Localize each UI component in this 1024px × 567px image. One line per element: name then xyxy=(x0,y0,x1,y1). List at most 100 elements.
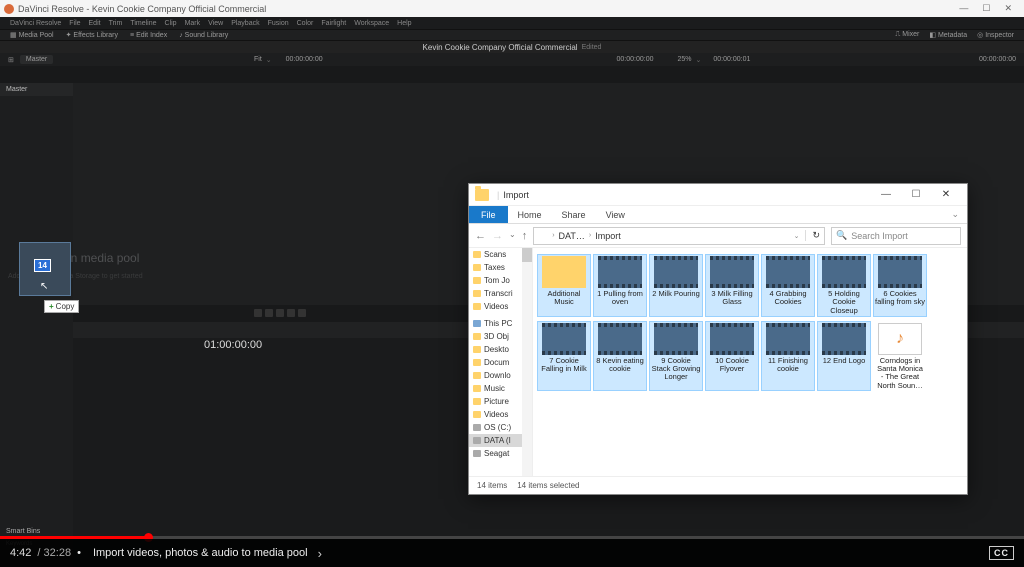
file-item[interactable]: 8 Kevin eating cookie xyxy=(593,321,647,391)
file-item[interactable]: 10 Cookie Flyover xyxy=(705,321,759,391)
explorer-ribbon: File Home Share View ⌄ xyxy=(469,206,967,224)
menu-mark[interactable]: Mark xyxy=(185,20,201,27)
file-label: 2 Milk Pouring xyxy=(652,290,700,298)
file-item[interactable]: ♪Corndogs in Santa Monica - The Great No… xyxy=(873,321,927,391)
file-item[interactable]: Additional Music xyxy=(537,254,591,317)
tool-mediapool[interactable]: ▦ Media Pool xyxy=(10,31,54,39)
folder-icon xyxy=(473,450,481,457)
window-maximize[interactable]: ☐ xyxy=(982,3,990,14)
player-chapter[interactable]: Import videos, photos & audio to media p… xyxy=(93,547,308,559)
chapter-next-icon[interactable]: › xyxy=(318,546,322,561)
nav-forward-icon[interactable]: → xyxy=(492,230,503,242)
file-item[interactable]: 1 Pulling from oven xyxy=(593,254,647,317)
explorer-nav: ← → ⌄ ↑ › DAT… › Import ⌄ ↻ 🔍 Search Imp… xyxy=(469,224,967,248)
menu-fusion[interactable]: Fusion xyxy=(268,20,289,27)
folder-icon xyxy=(473,359,481,366)
folder-icon xyxy=(542,256,586,288)
address-bar[interactable]: › DAT… › Import ⌄ ↻ xyxy=(533,227,825,245)
file-item[interactable]: 9 Cookie Stack Growing Longer xyxy=(649,321,703,391)
cc-button[interactable]: CC xyxy=(989,546,1014,560)
tool-icons[interactable] xyxy=(254,309,306,317)
ribbon-share[interactable]: Share xyxy=(552,206,596,223)
menu-fairlight[interactable]: Fairlight xyxy=(321,20,346,27)
file-label: 7 Cookie Falling in Milk xyxy=(539,357,589,374)
menu-help[interactable]: Help xyxy=(397,20,411,27)
menu-clip[interactable]: Clip xyxy=(165,20,177,27)
music-icon: ♪ xyxy=(878,323,922,355)
folder-icon xyxy=(538,232,548,240)
tool-metadata[interactable]: ◧ Metadata xyxy=(929,31,967,39)
ribbon-view[interactable]: View xyxy=(596,206,635,223)
video-thumb xyxy=(598,256,642,288)
drag-copy-tooltip: + Copy xyxy=(44,300,79,313)
bin-tab[interactable]: Master xyxy=(20,55,53,64)
files-pane[interactable]: Additional Music1 Pulling from oven 2 Mil… xyxy=(533,248,967,476)
explorer-close[interactable]: ✕ xyxy=(931,189,961,200)
file-item[interactable]: 4 Grabbing Cookies xyxy=(761,254,815,317)
player-duration: 32:28 xyxy=(44,547,72,559)
file-item[interactable]: 6 Cookies falling from sky xyxy=(873,254,927,317)
smart-bins-label[interactable]: Smart Bins xyxy=(6,528,40,535)
file-item[interactable]: 12 End Logo xyxy=(817,321,871,391)
ribbon-expand-icon[interactable]: ⌄ xyxy=(943,206,967,223)
explorer-tree[interactable]: ScansTaxesTom JoTranscriVideosThis PC3D … xyxy=(469,248,533,476)
ribbon-file[interactable]: File xyxy=(469,206,508,223)
search-box[interactable]: 🔍 Search Import xyxy=(831,227,961,245)
menu-edit[interactable]: Edit xyxy=(89,20,101,27)
menu-file[interactable]: File xyxy=(69,20,80,27)
menu-playback[interactable]: Playback xyxy=(231,20,259,27)
window-close[interactable]: ✕ xyxy=(1004,3,1012,14)
folder-icon xyxy=(475,189,489,201)
plus-icon: + xyxy=(49,302,54,311)
file-item[interactable]: 7 Cookie Falling in Milk xyxy=(537,321,591,391)
tool-inspector[interactable]: ◎ Inspector xyxy=(977,31,1014,39)
tool-editindex[interactable]: ≡ Edit Index xyxy=(130,32,167,39)
video-thumb xyxy=(822,256,866,288)
nav-up-icon[interactable]: ↑ xyxy=(522,230,528,242)
folder-icon xyxy=(473,303,481,310)
file-item[interactable]: 5 Holding Cookie Closeup xyxy=(817,254,871,317)
menu-timeline[interactable]: Timeline xyxy=(130,20,156,27)
ribbon-home[interactable]: Home xyxy=(508,206,552,223)
master-bin[interactable]: Master xyxy=(0,83,73,96)
refresh-icon[interactable]: ↻ xyxy=(805,230,820,241)
nav-recent-icon[interactable]: ⌄ xyxy=(509,230,516,242)
menu-davinci-resolve[interactable]: DaVinci Resolve xyxy=(10,20,61,27)
file-label: 9 Cookie Stack Growing Longer xyxy=(651,357,701,382)
app-titlebar: DaVinci Resolve - Kevin Cookie Company O… xyxy=(0,0,1024,17)
nav-back-icon[interactable]: ← xyxy=(475,230,486,242)
folder-icon xyxy=(473,333,481,340)
video-thumb xyxy=(598,323,642,355)
video-thumb xyxy=(710,256,754,288)
timeline-tc-in: 00:00:00:00 xyxy=(617,56,654,63)
file-label: Additional Music xyxy=(539,290,589,307)
file-label: 5 Holding Cookie Closeup xyxy=(819,290,869,315)
video-thumb xyxy=(542,323,586,355)
tool-mixer[interactable]: ⎍ Mixer xyxy=(895,31,919,39)
file-item[interactable]: 3 Milk Filling Glass xyxy=(705,254,759,317)
explorer-minimize[interactable]: — xyxy=(871,189,901,200)
fit-dropdown[interactable]: Fit xyxy=(254,56,262,63)
file-label: 8 Kevin eating cookie xyxy=(595,357,645,374)
tree-scrollbar[interactable] xyxy=(522,248,532,476)
folder-icon xyxy=(473,277,481,284)
menu-workspace[interactable]: Workspace xyxy=(354,20,389,27)
file-item[interactable]: 2 Milk Pouring xyxy=(649,254,703,317)
file-item[interactable]: 11 Finishing cookie xyxy=(761,321,815,391)
bin-panel: Master Smart Bins Keywords xyxy=(0,83,73,567)
menu-color[interactable]: Color xyxy=(297,20,314,27)
menu-view[interactable]: View xyxy=(208,20,223,27)
menubar: DaVinci Resolve File Edit Trim Timeline Clip M… xyxy=(0,17,1024,29)
menu-trim[interactable]: Trim xyxy=(109,20,123,27)
window-minimize[interactable]: — xyxy=(959,3,968,14)
file-label: 12 End Logo xyxy=(823,357,866,365)
explorer-titlebar[interactable]: | Import — ☐ ✕ xyxy=(469,184,967,206)
source-tc: 00:00:00:00 xyxy=(286,56,323,63)
window-title: DaVinci Resolve - Kevin Cookie Company O… xyxy=(18,4,266,14)
zoom-pct[interactable]: 25% xyxy=(678,56,692,63)
cursor-icon: ↖ xyxy=(40,281,48,292)
tool-sound[interactable]: ♪ Sound Library xyxy=(179,32,228,39)
tool-effects[interactable]: ✦ Effects Library xyxy=(66,31,118,39)
explorer-maximize[interactable]: ☐ xyxy=(901,189,931,200)
file-explorer-window[interactable]: | Import — ☐ ✕ File Home Share View ⌄ ← … xyxy=(468,183,968,495)
